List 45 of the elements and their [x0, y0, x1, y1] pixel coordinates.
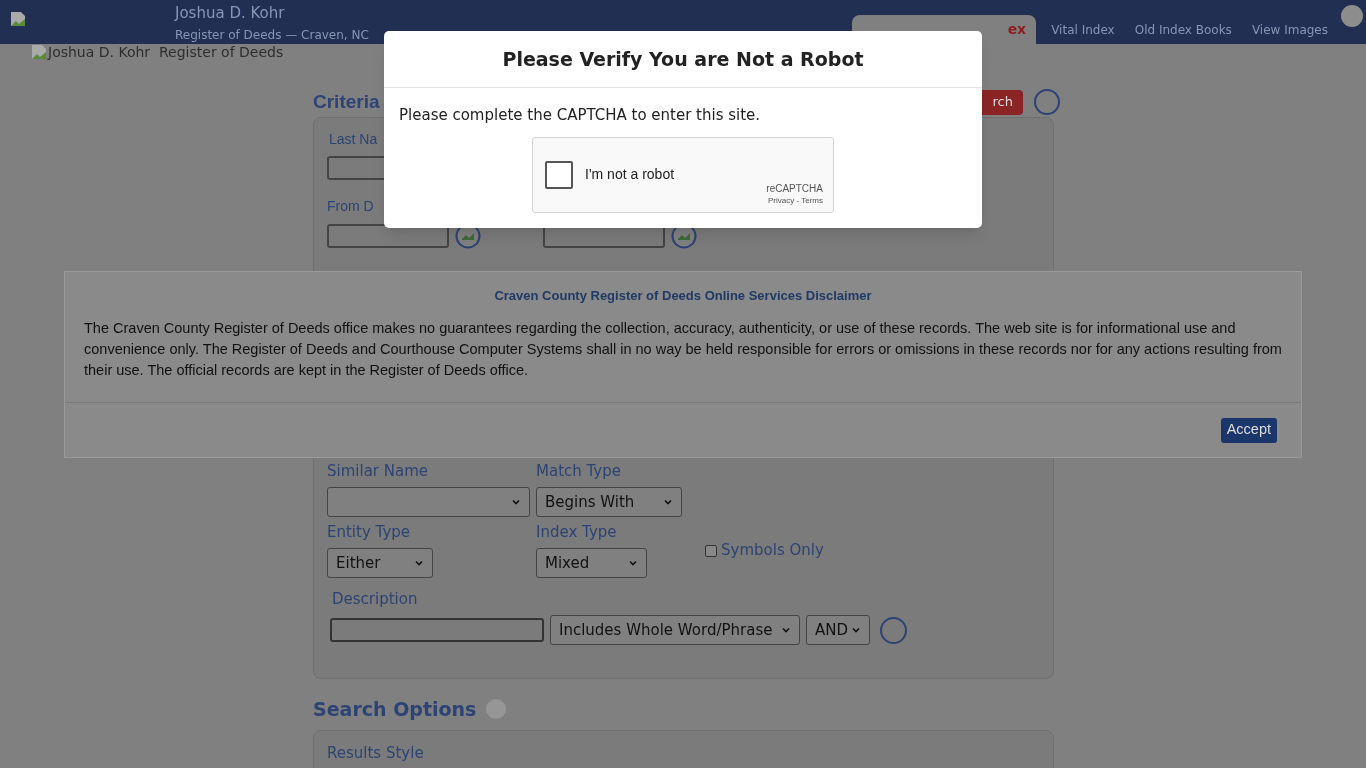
- chevron-icon: [781, 625, 791, 635]
- site-title: Joshua D. Kohr: [175, 3, 286, 24]
- field-label: Similar Name: [327, 464, 429, 479]
- chevron-icon: [628, 558, 638, 568]
- field-label: Entity Type: [327, 525, 411, 540]
- field-label: From D: [327, 199, 374, 213]
- chevron-icon: [851, 625, 861, 635]
- field-label: Description: [332, 592, 418, 607]
- section-heading: Criteria: [313, 89, 380, 114]
- user-avatar[interactable]: [1341, 5, 1363, 27]
- similar-name-select[interactable]: [327, 487, 530, 517]
- field-label: Match Type: [536, 464, 622, 479]
- field-label: Index Type: [536, 525, 618, 540]
- captcha-brand: reCAPTCHA: [766, 183, 823, 194]
- broken-image-icon: [31, 44, 47, 60]
- captcha-checkbox[interactable]: [545, 160, 573, 189]
- nav-tab[interactable]: Old Index Books: [1124, 15, 1242, 44]
- logo-alt-text: Joshua D. Kohr Register of Deeds: [48, 45, 284, 59]
- broken-image-icon: [10, 11, 26, 27]
- accept-button[interactable]: Accept: [1220, 417, 1277, 443]
- operator-select[interactable]: AND: [806, 615, 870, 645]
- nav-tab[interactable]: Vital Index: [1041, 15, 1125, 44]
- site-subtitle: Register of Deeds — Craven, NC: [175, 28, 369, 41]
- captcha-label: I'm not a robot: [585, 165, 675, 184]
- entity-type-select[interactable]: Either: [327, 548, 433, 578]
- disclaimer-text: The Craven County Register of Deeds office makes no guarantees regarding the collection, accuracy, authenticity, or use of these records. The web site is for informational use and convenience only. The Register of Deeds and Courthouse Computer Systems shall in no way be held responsible for errors or omissions in these records nor for any actions resulting from their use. The official records are kept in the Register of Deeds office.: [83, 318, 1283, 380]
- description-field[interactable]: [330, 618, 544, 642]
- field-label: Last Na: [329, 132, 378, 146]
- dialog-title: Please Verify You are Not a Robot: [384, 31, 982, 88]
- dialog-message: Please complete the CAPTCHA to enter this site.: [399, 105, 762, 126]
- captcha-links[interactable]: Privacy - Terms: [768, 196, 823, 205]
- disclaimer-title: Craven County Register of Deeds Online Services Disclaimer: [493, 287, 873, 305]
- index-type-select[interactable]: Mixed: [536, 548, 647, 578]
- nav-tab[interactable]: View Images: [1241, 15, 1338, 44]
- field-label: Results Style: [327, 743, 424, 762]
- help-icon[interactable]: [1034, 89, 1060, 115]
- chevron-icon: [414, 558, 424, 568]
- checkbox-label: Symbols Only: [721, 543, 824, 558]
- add-icon[interactable]: [880, 616, 907, 644]
- checkbox[interactable]: [705, 544, 717, 557]
- chevron-icon: [663, 497, 673, 507]
- chevron-icon: [511, 497, 521, 507]
- match-type-select[interactable]: Begins With: [536, 487, 682, 517]
- match-mode-select[interactable]: Includes Whole Word/Phrase: [550, 615, 800, 645]
- section-heading: Search Options: [313, 697, 477, 722]
